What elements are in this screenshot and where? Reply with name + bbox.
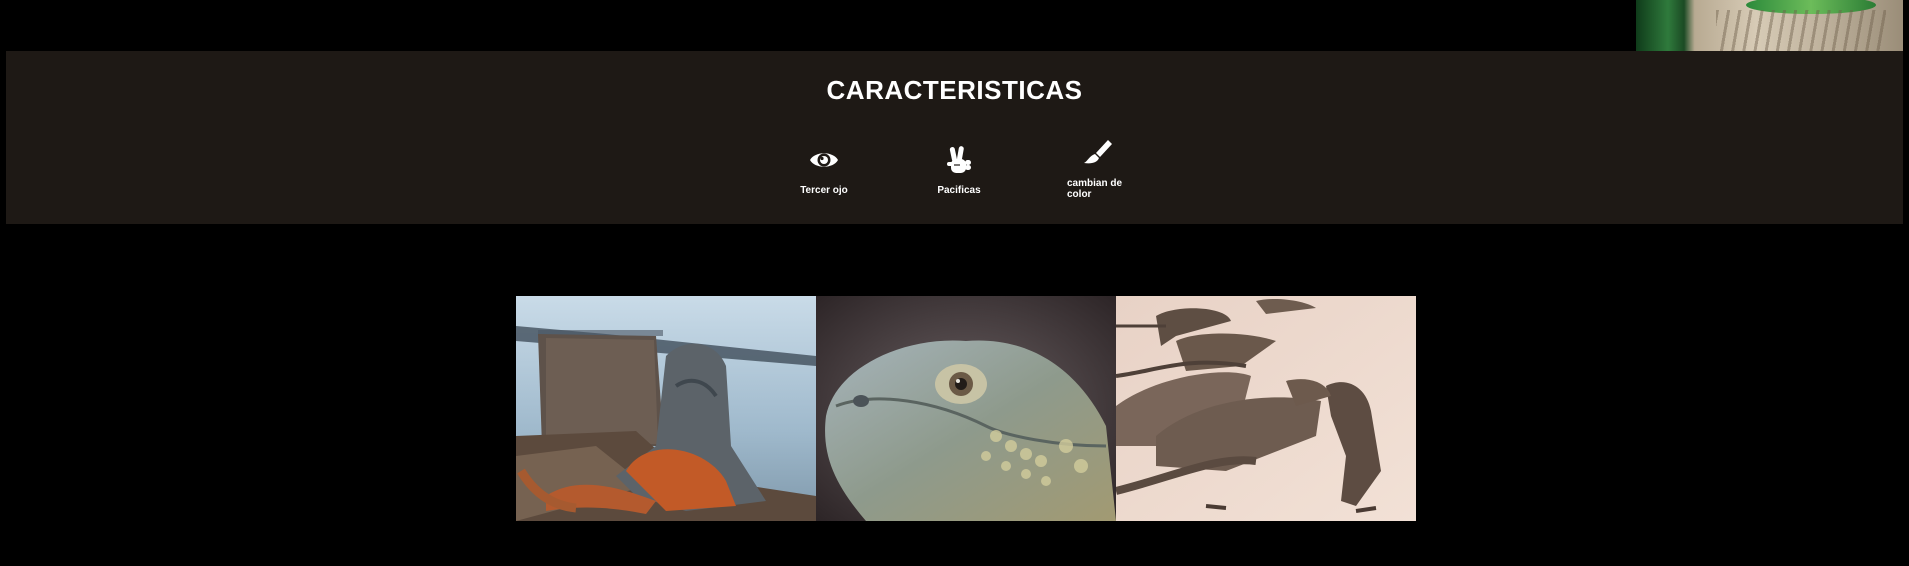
gallery-image-iguana-rocks — [516, 296, 816, 521]
paintbrush-icon — [1056, 136, 1136, 170]
feature-label: cambian de color — [1067, 178, 1123, 200]
features-section: CARACTERISTICAS Tercer ojo Pacificas cam… — [6, 51, 1903, 224]
feature-label: Pacificas — [937, 185, 981, 196]
image-gallery — [516, 296, 1416, 521]
gallery-image-iguanas-sand — [1116, 296, 1416, 521]
feature-label: Tercer ojo — [800, 185, 848, 196]
feature-cambian-de-color: cambian de color — [1056, 136, 1136, 200]
peace-hand-icon — [919, 143, 999, 177]
feature-pacificas: Pacificas — [919, 143, 999, 196]
page: CARACTERISTICAS Tercer ojo Pacificas cam… — [0, 0, 1909, 566]
features-title: CARACTERISTICAS — [826, 75, 1083, 105]
corner-photo — [1636, 0, 1903, 51]
gallery-image-iguana-head — [816, 296, 1116, 521]
eye-icon — [784, 143, 864, 177]
feature-tercer-ojo: Tercer ojo — [784, 143, 864, 196]
